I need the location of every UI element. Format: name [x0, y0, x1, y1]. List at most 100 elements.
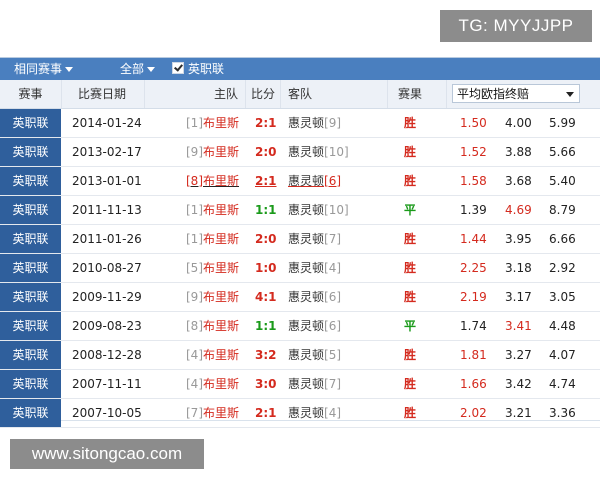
league-filter-checkbox[interactable]: 英职联 [172, 58, 224, 80]
away-team-cell[interactable]: 惠灵顿[9] [288, 109, 341, 137]
match-score[interactable]: 4:1 [255, 283, 277, 311]
table-row[interactable]: 英职联 2011-01-26 [1]布里斯 2:0 惠灵顿[7] 胜 1.44 3.95 6.6… [0, 225, 600, 254]
home-team-cell[interactable]: [8]布里斯 [186, 167, 239, 195]
away-team-cell[interactable]: 惠灵顿[6] [288, 312, 341, 340]
away-team-cell[interactable]: 惠灵顿[7] [288, 370, 341, 398]
odds-home-win: 1.50 [460, 116, 487, 130]
home-team-cell[interactable]: [4]布里斯 [186, 370, 239, 398]
league-cell[interactable]: 英职联 [0, 196, 61, 224]
home-rank: [1] [186, 232, 203, 246]
chevron-down-icon [65, 67, 74, 72]
away-team-cell[interactable]: 惠灵顿[5] [288, 341, 341, 369]
home-team-cell[interactable]: [7]布里斯 [186, 399, 239, 427]
odds-draw: 3.18 [505, 261, 532, 275]
league-cell[interactable]: 英职联 [0, 312, 61, 340]
league-cell[interactable]: 英职联 [0, 167, 61, 195]
home-team-cell[interactable]: [5]布里斯 [186, 254, 239, 282]
away-rank: [9] [324, 116, 342, 130]
odds-draw: 3.42 [505, 377, 532, 391]
home-team-cell[interactable]: [1]布里斯 [186, 225, 239, 253]
away-team-cell[interactable]: 惠灵顿[6] [288, 167, 341, 195]
table-row[interactable]: 英职联 2011-11-13 [1]布里斯 1:1 惠灵顿[10] 平 1.39 4.69 8.… [0, 196, 600, 225]
tg-badge: TG: MYYJJPP [440, 10, 592, 42]
match-date: 2013-01-01 [72, 174, 142, 188]
home-team-cell[interactable]: [1]布里斯 [186, 196, 239, 224]
home-team-cell[interactable]: [4]布里斯 [186, 341, 239, 369]
header-league: 赛事 [18, 87, 43, 101]
home-team-cell[interactable]: [9]布里斯 [186, 283, 239, 311]
odds-away-win: 2.92 [549, 261, 576, 275]
odds-draw: 4.00 [505, 116, 532, 130]
all-label: 全部 [120, 62, 145, 76]
home-rank: [1] [186, 203, 203, 217]
home-team: 布里斯 [203, 116, 240, 130]
league-cell[interactable]: 英职联 [0, 370, 61, 398]
away-rank: [5] [324, 348, 342, 362]
home-team-cell[interactable]: [9]布里斯 [186, 138, 239, 166]
away-team: 惠灵顿 [288, 406, 325, 420]
table-row[interactable]: 英职联 2009-11-29 [9]布里斯 4:1 惠灵顿[6] 胜 2.19 3.17 3.0… [0, 283, 600, 312]
home-rank: [9] [186, 290, 203, 304]
home-team-cell[interactable]: [1]布里斯 [186, 109, 239, 137]
match-date: 2009-08-23 [72, 319, 142, 333]
away-team-cell[interactable]: 惠灵顿[10] [288, 138, 349, 166]
table-row[interactable]: 英职联 2010-08-27 [5]布里斯 1:0 惠灵顿[4] 胜 2.25 3.18 2.9… [0, 254, 600, 283]
odds-away-win: 4.48 [549, 319, 576, 333]
odds-away-win: 3.36 [549, 406, 576, 420]
match-score[interactable]: 1:1 [255, 196, 277, 224]
home-team: 布里斯 [203, 290, 240, 304]
match-result: 胜 [404, 174, 417, 188]
match-result: 胜 [404, 261, 417, 275]
table-row[interactable]: 英职联 2008-12-28 [4]布里斯 3:2 惠灵顿[5] 胜 1.81 3.27 4.0… [0, 341, 600, 370]
league-cell[interactable]: 英职联 [0, 254, 61, 282]
table-row[interactable]: 英职联 2013-01-01 [8]布里斯 2:1 惠灵顿[6] 胜 1.58 3.68 5.4… [0, 167, 600, 196]
home-team: 布里斯 [203, 406, 240, 420]
away-team-cell[interactable]: 惠灵顿[4] [288, 254, 341, 282]
table-row[interactable]: 英职联 2014-01-24 [1]布里斯 2:1 惠灵顿[9] 胜 1.50 4.00 5.9… [0, 109, 600, 138]
odds-home-win: 2.25 [460, 261, 487, 275]
odds-home-win: 1.52 [460, 145, 487, 159]
league-cell[interactable]: 英职联 [0, 225, 61, 253]
match-score[interactable]: 3:2 [255, 341, 277, 369]
odds-draw: 3.95 [505, 232, 532, 246]
table-row[interactable]: 英职联 2013-02-17 [9]布里斯 2:0 惠灵顿[10] 胜 1.52 3.88 5.… [0, 138, 600, 167]
table-body: 英职联 2014-01-24 [1]布里斯 2:1 惠灵顿[9] 胜 1.50 4.00 5.9… [0, 109, 600, 428]
away-team: 惠灵顿 [288, 348, 325, 362]
away-team-cell[interactable]: 惠灵顿[10] [288, 196, 349, 224]
match-score[interactable]: 2:1 [255, 399, 277, 427]
odds-home-win: 1.66 [460, 377, 487, 391]
match-result: 胜 [404, 377, 417, 391]
league-cell[interactable]: 英职联 [0, 341, 61, 369]
match-date: 2011-11-13 [72, 203, 142, 217]
odds-type-select[interactable]: 平均欧指终赔 [452, 84, 580, 103]
same-league-dropdown[interactable]: 相同赛事 [14, 58, 74, 80]
table-row[interactable]: 英职联 2009-08-23 [8]布里斯 1:1 惠灵顿[6] 平 1.74 3.41 4.4… [0, 312, 600, 341]
table-row[interactable]: 英职联 2007-11-11 [4]布里斯 3:0 惠灵顿[7] 胜 1.66 3.42 4.7… [0, 370, 600, 399]
away-team-cell[interactable]: 惠灵顿[6] [288, 283, 341, 311]
match-result: 平 [404, 319, 417, 333]
away-team-cell[interactable]: 惠灵顿[7] [288, 225, 341, 253]
match-score[interactable]: 2:0 [255, 138, 277, 166]
odds-draw: 3.41 [505, 319, 532, 333]
all-dropdown[interactable]: 全部 [120, 58, 156, 80]
match-score[interactable]: 2:0 [255, 225, 277, 253]
away-team-cell[interactable]: 惠灵顿[4] [288, 399, 341, 427]
match-score[interactable]: 1:1 [255, 312, 277, 340]
odds-away-win: 5.66 [549, 145, 576, 159]
away-rank: [6] [324, 319, 342, 333]
home-rank: [7] [186, 406, 203, 420]
table-row[interactable]: 英职联 2007-10-05 [7]布里斯 2:1 惠灵顿[4] 胜 2.02 3.21 3.3… [0, 399, 600, 428]
table-header: 赛事 比赛日期 主队 比分 客队 赛果 平均欧指终赔 [0, 80, 600, 109]
match-score[interactable]: 2:1 [255, 167, 277, 195]
league-cell[interactable]: 英职联 [0, 399, 61, 427]
site-watermark: www.sitongcao.com [10, 439, 204, 469]
match-score[interactable]: 1:0 [255, 254, 277, 282]
league-cell[interactable]: 英职联 [0, 138, 61, 166]
home-team-cell[interactable]: [8]布里斯 [186, 312, 239, 340]
league-cell[interactable]: 英职联 [0, 283, 61, 311]
match-score[interactable]: 3:0 [255, 370, 277, 398]
match-score[interactable]: 2:1 [255, 109, 277, 137]
home-rank: [5] [186, 261, 203, 275]
league-cell[interactable]: 英职联 [0, 109, 61, 137]
home-team: 布里斯 [203, 232, 240, 246]
